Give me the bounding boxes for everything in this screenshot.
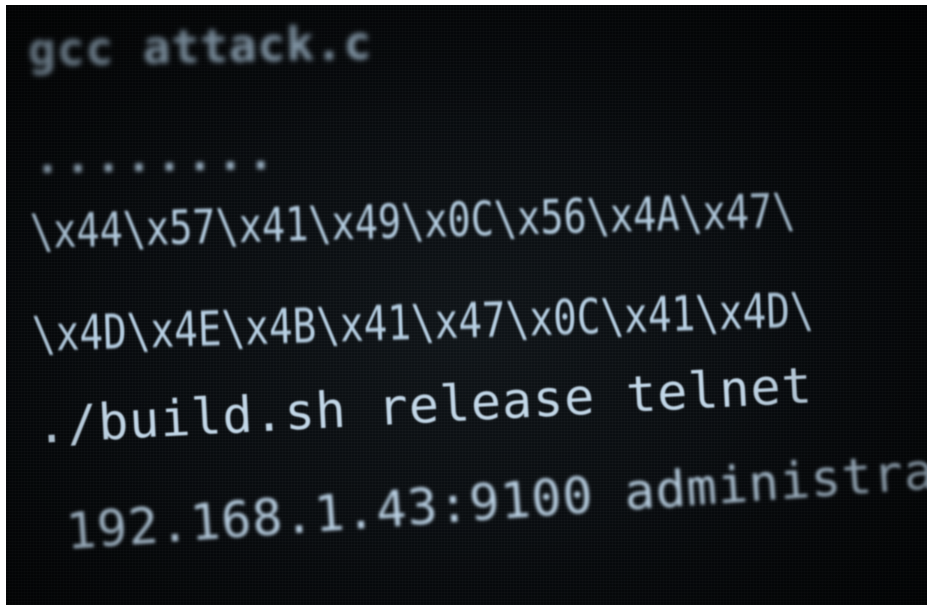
- terminal-line-hex-bytes-2: \x4D\x4E\x4B\x41\x47\x0C\x41\x4D\: [31, 282, 815, 363]
- terminal-line-build-command: ./build.sh release telnet: [34, 356, 815, 455]
- terminal-line-progress-dots: ........: [33, 128, 279, 184]
- terminal-line-compile-command: gcc attack.c: [27, 15, 373, 77]
- terminal-screen-photo: gcc attack.c ........ \x44\x57\x41\x49\x…: [6, 5, 927, 605]
- terminal-line-hex-bytes-1: \x44\x57\x41\x49\x0C\x56\x4A\x47\: [29, 183, 797, 260]
- terminal-line-target-address: 192.168.1.43:9100 administrator: [63, 435, 927, 561]
